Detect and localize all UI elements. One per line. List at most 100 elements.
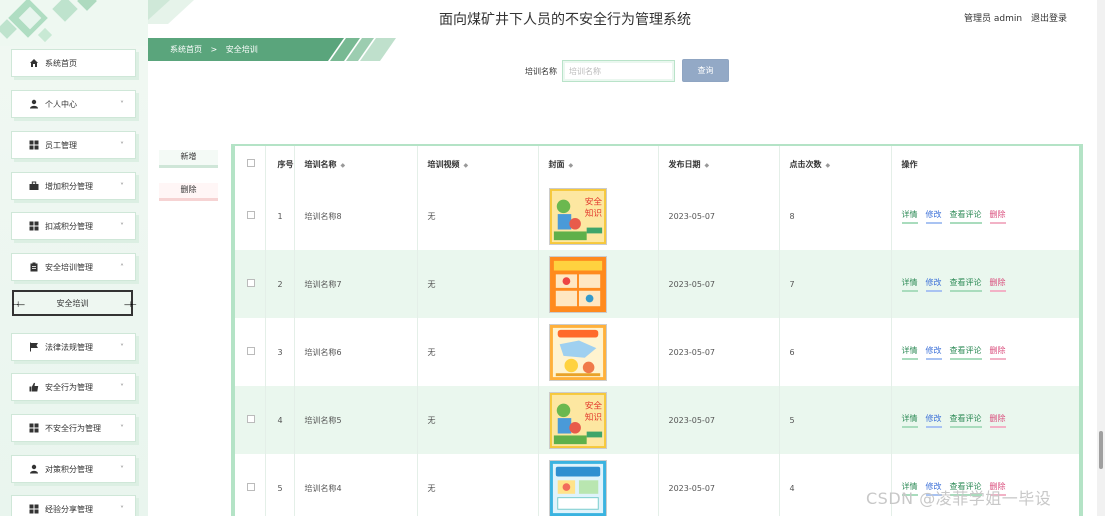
cell-video: 无 xyxy=(417,454,539,516)
header-decoration xyxy=(148,0,194,24)
svg-text:知识: 知识 xyxy=(584,411,602,423)
add-button[interactable]: 新增 xyxy=(159,150,218,168)
sidebar-item-label: 经验分享管理 xyxy=(45,504,93,514)
drag-handle-icon[interactable]: ⊣— xyxy=(12,300,25,309)
detail-link[interactable]: 详情 xyxy=(901,413,918,428)
cell-date: 2023-05-07 xyxy=(658,318,780,386)
edit-link[interactable]: 修改 xyxy=(925,345,942,360)
cell-ops: 详情 修改 查看评论 删除 xyxy=(891,386,1079,454)
row-checkbox[interactable] xyxy=(247,279,255,287)
sidebar-item-home[interactable]: 系统首页 xyxy=(11,49,136,77)
cell-index: 5 xyxy=(265,454,295,516)
sidebar-item-unsafe-behavior[interactable]: 不安全行为管理 ˅ xyxy=(11,414,136,442)
chevron-down-icon: ˅ xyxy=(120,504,124,514)
chevron-down-icon: ˅ xyxy=(120,342,124,352)
column-header-name[interactable]: 培训名称 ◆ xyxy=(294,146,418,182)
cover-image[interactable] xyxy=(548,459,658,516)
search-label: 培训名称 xyxy=(525,67,557,76)
table-row: 2 培训名称7 无 2023-05-07 7 详情 修改 查看评论 删除 xyxy=(235,250,1079,318)
cell-cover: 安全 知识 xyxy=(538,386,659,454)
sort-icon[interactable]: ◆ xyxy=(341,162,346,169)
sidebar-item-personal-center[interactable]: 个人中心 ˅ xyxy=(11,90,136,118)
cover-image[interactable] xyxy=(548,255,658,313)
cover-image[interactable]: 安全 知识 xyxy=(548,391,658,449)
edit-link[interactable]: 修改 xyxy=(925,413,942,428)
grid-icon xyxy=(29,140,39,150)
delete-link[interactable]: 删除 xyxy=(989,413,1006,428)
sidebar-item-employee[interactable]: 员工管理 ˅ xyxy=(11,131,136,159)
column-header-clicks[interactable]: 点击次数 ◆ xyxy=(779,146,892,182)
edit-link[interactable]: 修改 xyxy=(925,209,942,224)
drag-handle-icon[interactable]: —⊢ xyxy=(124,300,137,309)
column-header-video[interactable]: 培训视频 ◆ xyxy=(417,146,539,182)
delete-button[interactable]: 删除 xyxy=(159,183,218,201)
delete-link[interactable]: 删除 xyxy=(989,277,1006,292)
detail-link[interactable]: 详情 xyxy=(901,209,918,224)
view-comments-link[interactable]: 查看评论 xyxy=(949,277,982,292)
select-all-checkbox[interactable] xyxy=(247,159,255,167)
column-header-cover[interactable]: 封面 ◆ xyxy=(538,146,659,182)
flag-icon xyxy=(29,342,39,352)
chevron-down-icon: ˅ xyxy=(120,221,124,231)
sidebar-item-laws[interactable]: 法律法规管理 ˅ xyxy=(11,333,136,361)
scrollbar-thumb[interactable] xyxy=(1099,431,1103,469)
cell-cover xyxy=(538,454,659,516)
sort-icon[interactable]: ◆ xyxy=(705,162,710,169)
svg-text:知识: 知识 xyxy=(584,207,602,219)
cell-date: 2023-05-07 xyxy=(658,182,780,250)
breadcrumb-text: 系统首页 > 安全培训 xyxy=(170,44,264,55)
delete-link[interactable]: 删除 xyxy=(989,209,1006,224)
clipboard-icon xyxy=(29,262,39,272)
detail-link[interactable]: 详情 xyxy=(901,345,918,360)
chevron-down-icon: ˅ xyxy=(120,181,124,191)
grid-icon xyxy=(29,423,39,433)
sidebar-item-safety-training[interactable]: 安全培训管理 ˄ xyxy=(11,253,136,281)
view-comments-link[interactable]: 查看评论 xyxy=(949,413,982,428)
sidebar-item-deduct-points[interactable]: 扣减积分管理 ˅ xyxy=(11,212,136,240)
admin-area: 管理员 admin 退出登录 xyxy=(964,11,1073,24)
row-checkbox-cell xyxy=(235,386,266,454)
sort-icon[interactable]: ◆ xyxy=(464,162,469,169)
search-button[interactable]: 查询 xyxy=(682,59,729,82)
sort-icon[interactable]: ◆ xyxy=(569,162,574,169)
cell-date: 2023-05-07 xyxy=(658,386,780,454)
logout-link[interactable]: 退出登录 xyxy=(1031,14,1067,24)
sidebar-item-label: 对策积分管理 xyxy=(45,464,93,474)
sidebar-item-add-points[interactable]: 增加积分管理 ˅ xyxy=(11,172,136,200)
thumbsup-icon xyxy=(29,382,39,392)
submenu-item-safety-training[interactable]: ⊣— 安全培训 —⊢ xyxy=(12,290,137,316)
row-checkbox-cell xyxy=(235,182,266,250)
column-header-date[interactable]: 发布日期 ◆ xyxy=(658,146,780,182)
delete-link[interactable]: 删除 xyxy=(989,345,1006,360)
edit-link[interactable]: 修改 xyxy=(925,277,942,292)
search-input[interactable] xyxy=(562,60,675,82)
row-checkbox[interactable] xyxy=(247,415,255,423)
sidebar-item-safe-behavior[interactable]: 安全行为管理 ˅ xyxy=(11,373,136,401)
sidebar-item-countermeasure-points[interactable]: 对策积分管理 ˅ xyxy=(11,455,136,483)
sort-icon[interactable]: ◆ xyxy=(826,162,831,169)
sidebar-item-label: 法律法规管理 xyxy=(45,342,93,352)
row-checkbox[interactable] xyxy=(247,211,255,219)
sidebar-item-experience-sharing[interactable]: 经验分享管理 ˅ xyxy=(11,495,136,516)
cell-index: 1 xyxy=(265,182,295,250)
grid-icon xyxy=(29,221,39,231)
cover-image[interactable]: 安全 知识 xyxy=(548,187,658,245)
detail-link[interactable]: 详情 xyxy=(901,277,918,292)
sidebar-item-label: 安全培训管理 xyxy=(45,262,93,272)
chevron-down-icon: ˅ xyxy=(120,423,124,433)
row-checkbox[interactable] xyxy=(247,483,255,491)
table-row: 4 培训名称5 无安全 知识 2023-05-07 5 详情 修改 查看评论 删除 xyxy=(235,386,1079,454)
view-comments-link[interactable]: 查看评论 xyxy=(949,345,982,360)
view-comments-link[interactable]: 查看评论 xyxy=(949,209,982,224)
cover-image[interactable] xyxy=(548,323,658,381)
breadcrumb-separator: > xyxy=(210,45,218,54)
cell-cover xyxy=(538,318,659,386)
row-checkbox[interactable] xyxy=(247,347,255,355)
cell-name: 培训名称5 xyxy=(294,386,418,454)
page-scrollbar[interactable] xyxy=(1097,0,1105,516)
sidebar: 系统首页 个人中心 ˅ 员工管理 ˅ 增加积分管理 ˅ 扣减积分管理 ˅ 安全培… xyxy=(0,0,148,516)
cell-ops: 详情 修改 查看评论 删除 xyxy=(891,250,1079,318)
sidebar-item-label: 增加积分管理 xyxy=(45,181,93,191)
breadcrumb-home[interactable]: 系统首页 xyxy=(170,45,202,54)
breadcrumb-current: 安全培训 xyxy=(225,45,258,54)
